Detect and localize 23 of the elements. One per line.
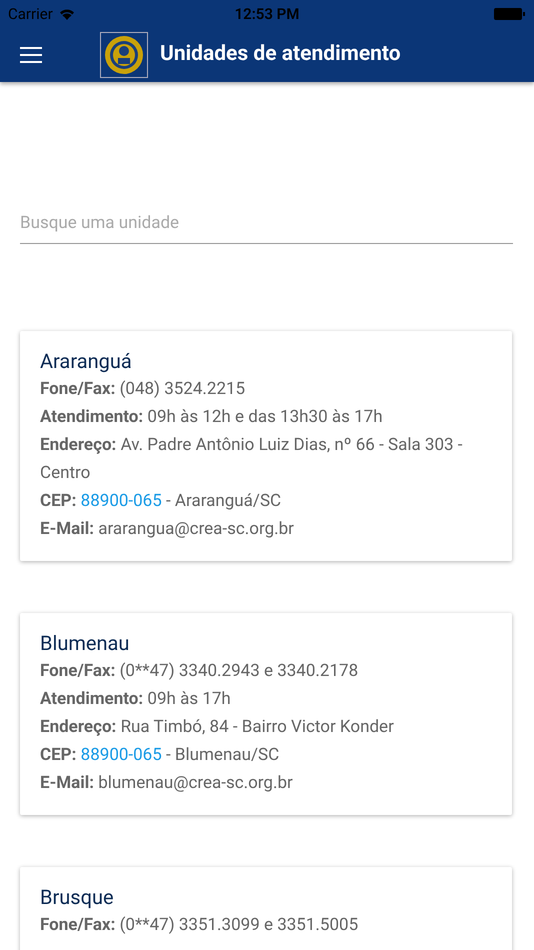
info-line: Fone/Fax: (0**47) 3351.3099 e 3351.5005 — [40, 914, 360, 937]
info-line: Endereço: Av. Padre Antônio Luiz Dias, nº 66 - Sala 303 - Centro — [40, 434, 464, 485]
search-field[interactable]: Busque uma unidade — [20, 202, 513, 244]
menu-icon — [20, 47, 42, 63]
info-line: Fone/Fax: (0**47) 3340.2943 e 3340.2178 — [40, 660, 360, 683]
info-line: Endereço: Rua Timbó, 84 - Bairro Victor Konder — [40, 716, 395, 739]
unit-name: Brusque — [40, 884, 115, 911]
info-line: Atendimento: 09h às 12h e das 13h30 às 17h — [40, 406, 384, 429]
unit-name: Blumenau — [40, 630, 130, 657]
carrier-label: Carrier — [8, 4, 53, 25]
unit-name: Araranguá — [40, 348, 133, 375]
info-line: Atendimento: 09h às 17h — [40, 688, 232, 711]
info-line: Fone/Fax: (048) 3524.2215 — [40, 378, 246, 401]
info-line: CEP: 88900-065 - Blumenau/SC — [40, 744, 280, 767]
cep-link[interactable]: 88900-065 — [80, 745, 162, 765]
cep-link[interactable]: 88900-065 — [80, 491, 162, 511]
battery-icon — [494, 8, 526, 20]
status-time: 12:53 PM — [234, 4, 300, 25]
page-title: Unidades de atendimento — [160, 41, 401, 68]
wifi-icon — [58, 8, 75, 20]
info-line: E-Mail: blumenau@crea-sc.org.br — [40, 772, 294, 795]
info-line: CEP: 88900-065 - Araranguá/SC — [40, 490, 282, 513]
info-line: E-Mail: ararangua@crea-sc.org.br — [40, 518, 295, 541]
